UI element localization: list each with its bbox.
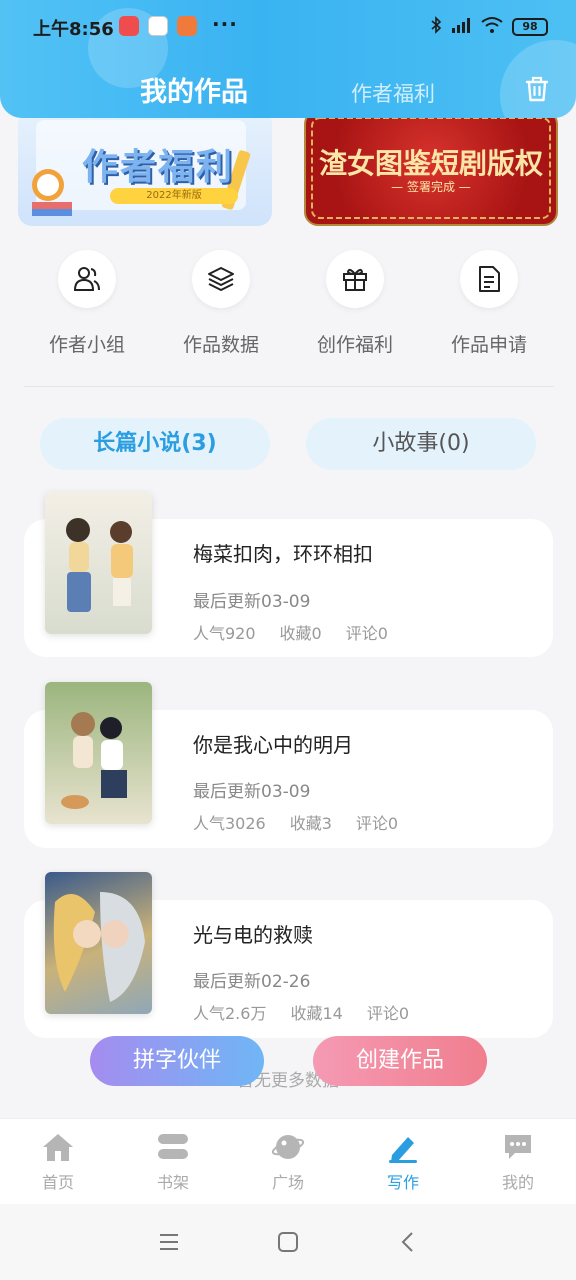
document-icon xyxy=(460,250,518,308)
banner-title: 作者福利 xyxy=(82,147,235,188)
writing-partner-button[interactable]: 拼字伙伴 xyxy=(90,1036,264,1086)
quick-action-creation-benefits[interactable]: 创作福利 xyxy=(305,250,405,357)
home-icon xyxy=(41,1131,75,1163)
quick-action-author-group[interactable]: 作者小组 xyxy=(37,250,137,357)
divider xyxy=(24,386,554,387)
work-comments: 评论0 xyxy=(366,1004,410,1023)
work-title: 你是我心中的明月 xyxy=(193,733,353,757)
signal-icon xyxy=(450,17,472,37)
quick-action-label: 创作福利 xyxy=(316,334,393,356)
layers-icon xyxy=(192,250,250,308)
people-icon xyxy=(58,250,116,308)
status-more: ··· xyxy=(212,12,238,36)
back-icon[interactable] xyxy=(400,1231,416,1257)
banner-title: 渣女图鉴短剧版权 xyxy=(318,147,543,180)
tab-long-novel[interactable]: 长篇小说(3) xyxy=(40,418,270,470)
header: 上午8:56 ··· 98 我的作品 作者福利 xyxy=(0,0,576,118)
book-cover[interactable] xyxy=(45,872,152,1014)
work-popularity: 人气2.6万 xyxy=(193,1004,267,1023)
banner-subtitle: — 签署完成 — xyxy=(391,180,471,194)
work-title: 光与电的救赎 xyxy=(193,923,313,947)
mi-app-icon xyxy=(177,16,197,36)
chat-icon xyxy=(501,1131,535,1163)
tab-label: 我的 xyxy=(501,1173,534,1192)
work-popularity: 人气3026 xyxy=(193,814,266,833)
planet-icon xyxy=(271,1131,305,1163)
tab-bookshelf[interactable]: 书架 xyxy=(133,1131,213,1193)
bottom-tab-bar: 首页 书架 广场 写作 我的 xyxy=(0,1118,576,1204)
tab-label: 广场 xyxy=(271,1173,304,1192)
quick-action-label: 作品申请 xyxy=(450,334,527,356)
book-cover[interactable] xyxy=(45,682,152,824)
no-more-data: 暂无更多数据 xyxy=(237,1071,339,1091)
work-stats: 人气920 收藏0 评论0 xyxy=(193,620,388,644)
work-updated: 最后更新03-09 xyxy=(193,782,311,802)
pen-icon xyxy=(386,1131,420,1163)
work-stats: 人气2.6万 收藏14 评论0 xyxy=(193,1000,409,1024)
book-cover[interactable] xyxy=(45,492,152,634)
create-work-button[interactable]: 创建作品 xyxy=(313,1036,487,1086)
menu-icon[interactable] xyxy=(158,1232,180,1256)
work-favorites: 收藏14 xyxy=(290,1004,343,1023)
tab-home[interactable]: 首页 xyxy=(18,1131,98,1193)
status-bar: 上午8:56 ··· 98 xyxy=(0,0,576,56)
author-benefits-banner[interactable]: 作者福利 2022年新版 xyxy=(18,110,272,226)
copyright-banner[interactable]: 渣女图鉴短剧版权 — 签署完成 — xyxy=(304,110,558,226)
bluetooth-icon xyxy=(430,16,442,38)
tab-label: 写作 xyxy=(386,1173,419,1192)
work-favorites: 收藏0 xyxy=(279,624,322,643)
work-updated: 最后更新03-09 xyxy=(193,592,311,612)
video-app-icon xyxy=(148,16,168,36)
work-updated: 最后更新02-26 xyxy=(193,972,311,992)
home-button-icon[interactable] xyxy=(277,1231,299,1257)
work-popularity: 人气920 xyxy=(193,624,256,643)
quick-action-work-data[interactable]: 作品数据 xyxy=(171,250,271,357)
tab-short-story[interactable]: 小故事(0) xyxy=(306,418,536,470)
quick-action-work-apply[interactable]: 作品申请 xyxy=(439,250,539,357)
tab-writing[interactable]: 写作 xyxy=(363,1131,443,1193)
bookshelf-icon xyxy=(156,1131,190,1163)
notification-app-icon xyxy=(119,16,139,36)
quick-action-label: 作品数据 xyxy=(182,334,259,356)
trash-icon[interactable] xyxy=(522,74,552,104)
system-navigation-bar xyxy=(0,1204,576,1280)
battery-icon: 98 xyxy=(512,18,548,36)
wifi-icon xyxy=(480,16,504,38)
gift-icon xyxy=(326,250,384,308)
work-title: 梅菜扣肉，环环相扣 xyxy=(193,542,373,566)
work-favorites: 收藏3 xyxy=(289,814,332,833)
page-title[interactable]: 我的作品 xyxy=(140,70,248,109)
quick-action-label: 作者小组 xyxy=(48,334,125,356)
work-stats: 人气3026 收藏3 评论0 xyxy=(193,810,398,834)
tab-mine[interactable]: 我的 xyxy=(478,1131,558,1193)
banner-subtitle: 2022年新版 xyxy=(110,188,238,204)
tab-label: 首页 xyxy=(41,1173,74,1192)
status-time: 上午8:56 xyxy=(33,19,114,40)
tab-author-benefits[interactable]: 作者福利 xyxy=(351,78,435,108)
tab-label: 书架 xyxy=(156,1173,189,1192)
work-comments: 评论0 xyxy=(355,814,399,833)
tab-plaza[interactable]: 广场 xyxy=(248,1131,328,1193)
work-comments: 评论0 xyxy=(345,624,388,643)
